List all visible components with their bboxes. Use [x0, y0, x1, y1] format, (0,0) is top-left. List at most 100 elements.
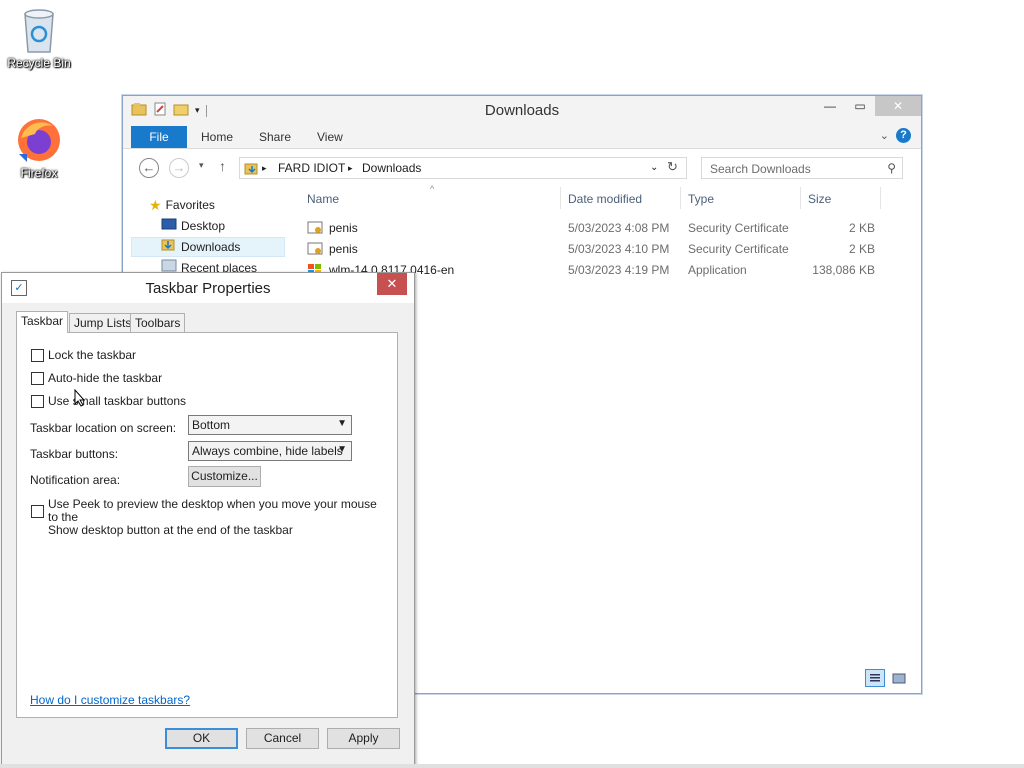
- tab-jump-lists[interactable]: Jump Lists: [69, 313, 137, 332]
- buttons-value: Always combine, hide labels: [192, 444, 343, 458]
- checkbox-box[interactable]: [31, 349, 44, 362]
- file-date: 5/03/2023 4:19 PM: [568, 263, 670, 277]
- file-name: penis: [329, 221, 358, 235]
- chevron-down-icon[interactable]: ⌄: [650, 162, 658, 173]
- desktop-icon: [161, 216, 177, 236]
- auto-hide-checkbox[interactable]: Auto-hide the taskbar: [31, 371, 162, 385]
- minimize-button[interactable]: —: [815, 96, 845, 116]
- buttons-label: Taskbar buttons:: [30, 447, 119, 461]
- ok-button[interactable]: OK: [165, 728, 238, 749]
- column-header-name[interactable]: Name: [307, 192, 339, 206]
- column-divider: [680, 187, 681, 209]
- firefox-icon: [15, 116, 63, 164]
- recycle-bin-icon: [15, 6, 63, 54]
- buttons-select[interactable]: Always combine, hide labels ▼: [188, 441, 352, 461]
- search-placeholder: Search Downloads: [710, 162, 811, 176]
- cancel-button[interactable]: Cancel: [246, 728, 319, 749]
- tab-home[interactable]: Home: [201, 126, 233, 148]
- desktop-icon-firefox[interactable]: Firefox: [3, 116, 75, 180]
- column-divider: [880, 187, 881, 209]
- explorer-title-bar[interactable]: ▾ Downloads — ▭ ✕: [123, 96, 921, 124]
- breadcrumb-downloads[interactable]: Downloads: [362, 161, 421, 175]
- apply-button[interactable]: Apply: [327, 728, 400, 749]
- nav-favorites[interactable]: ★ Favorites: [149, 195, 215, 215]
- checkbox-box[interactable]: [31, 372, 44, 385]
- peek-label-line2: Show desktop button at the end of the ta…: [48, 523, 293, 537]
- file-row[interactable]: penis 5/03/2023 4:08 PM Security Certifi…: [307, 218, 877, 238]
- column-header-size[interactable]: Size: [808, 192, 831, 206]
- nav-downloads-label: Downloads: [181, 240, 241, 254]
- desktop-icon-label: Recycle Bin: [7, 56, 71, 70]
- checkbox-label: Auto-hide the taskbar: [48, 371, 163, 385]
- chevron-down-icon: ▼: [337, 418, 347, 429]
- customize-button[interactable]: Customize...: [188, 466, 261, 487]
- ribbon-tabs: File Home Share View ⌄ ?: [123, 124, 921, 149]
- file-date: 5/03/2023 4:10 PM: [568, 242, 670, 256]
- file-row[interactable]: penis 5/03/2023 4:10 PM Security Certifi…: [307, 239, 877, 259]
- checkbox-label: Use small taskbar buttons: [48, 394, 187, 408]
- nav-downloads[interactable]: Downloads: [131, 237, 285, 257]
- dialog-close-button[interactable]: ✕: [377, 273, 407, 295]
- back-button[interactable]: ←: [139, 158, 159, 178]
- folder-icon: [244, 161, 260, 178]
- small-buttons-checkbox[interactable]: Use small taskbar buttons: [31, 394, 186, 408]
- view-switcher: [865, 669, 909, 687]
- search-icon: ⚲: [887, 161, 896, 175]
- close-button[interactable]: ✕: [875, 96, 921, 116]
- help-icon[interactable]: ?: [896, 128, 911, 143]
- maximize-button[interactable]: ▭: [845, 96, 875, 116]
- location-label: Taskbar location on screen:: [30, 421, 177, 435]
- checkbox-box[interactable]: [31, 395, 44, 408]
- nav-desktop-label: Desktop: [181, 219, 226, 233]
- lock-taskbar-checkbox[interactable]: Lock the taskbar: [31, 348, 136, 362]
- expand-ribbon-icon[interactable]: ⌄: [880, 129, 889, 142]
- file-type: Security Certificate: [688, 242, 789, 256]
- breadcrumb-fard-idiot[interactable]: FARD IDIOT: [278, 161, 345, 175]
- forward-button[interactable]: →: [169, 158, 189, 178]
- nav-favorites-label: Favorites: [165, 198, 215, 212]
- file-type: Application: [688, 263, 747, 277]
- checkbox-label: Use Peek to preview the desktop when you…: [48, 498, 381, 537]
- file-size: 138,086 KB: [812, 263, 875, 277]
- tab-file[interactable]: File: [131, 126, 187, 148]
- refresh-icon[interactable]: ↻: [667, 159, 678, 175]
- tab-share[interactable]: Share: [259, 126, 291, 148]
- column-divider: [560, 187, 561, 209]
- nav-desktop[interactable]: Desktop: [161, 216, 225, 236]
- large-icons-view-icon[interactable]: [889, 669, 909, 687]
- search-input[interactable]: Search Downloads ⚲: [701, 157, 903, 179]
- desktop-icon-label: Firefox: [20, 166, 58, 180]
- peek-checkbox[interactable]: Use Peek to preview the desktop when you…: [31, 498, 381, 537]
- location-select[interactable]: Bottom ▼: [188, 415, 352, 435]
- address-bar-row: ← → ▾ ↑ ▸ FARD IDIOT ▸ Downloads ⌄ ↻ Sea…: [123, 149, 921, 185]
- dialog-title-bar[interactable]: ✓ Taskbar Properties ✕: [2, 273, 414, 303]
- recent-locations-icon[interactable]: ▾: [199, 160, 204, 171]
- file-date: 5/03/2023 4:08 PM: [568, 221, 670, 235]
- certificate-icon: [307, 221, 323, 235]
- dialog-title: Taskbar Properties: [145, 280, 271, 297]
- checkbox-box[interactable]: [31, 505, 44, 518]
- desktop-icon-recycle-bin[interactable]: Recycle Bin: [3, 6, 75, 70]
- column-header-type[interactable]: Type: [688, 192, 714, 206]
- chevron-down-icon: ▼: [337, 444, 347, 455]
- tab-view[interactable]: View: [317, 126, 343, 148]
- explorer-title: Downloads: [484, 102, 560, 119]
- help-link[interactable]: How do I customize taskbars?: [30, 693, 190, 707]
- chevron-right-icon: ▸: [348, 163, 353, 173]
- up-button[interactable]: ↑: [219, 158, 226, 174]
- location-value: Bottom: [192, 418, 231, 432]
- details-view-icon[interactable]: [865, 669, 885, 687]
- mouse-cursor-icon: [74, 388, 86, 410]
- file-size: 2 KB: [848, 221, 875, 235]
- window-controls: — ▭ ✕: [815, 96, 921, 116]
- certificate-icon: [307, 242, 323, 256]
- sort-ascending-icon: ^: [430, 184, 435, 194]
- file-size: 2 KB: [848, 242, 875, 256]
- star-icon: ★: [149, 197, 162, 213]
- tab-taskbar[interactable]: Taskbar: [16, 311, 69, 333]
- column-header-date[interactable]: Date modified: [568, 192, 642, 206]
- taskbar-properties-dialog: ✓ Taskbar Properties ✕ Taskbar Jump List…: [1, 272, 415, 766]
- tab-toolbars[interactable]: Toolbars: [130, 313, 186, 332]
- taskbar-edge: [0, 764, 1024, 768]
- address-bar[interactable]: ▸ FARD IDIOT ▸ Downloads ⌄: [239, 157, 687, 179]
